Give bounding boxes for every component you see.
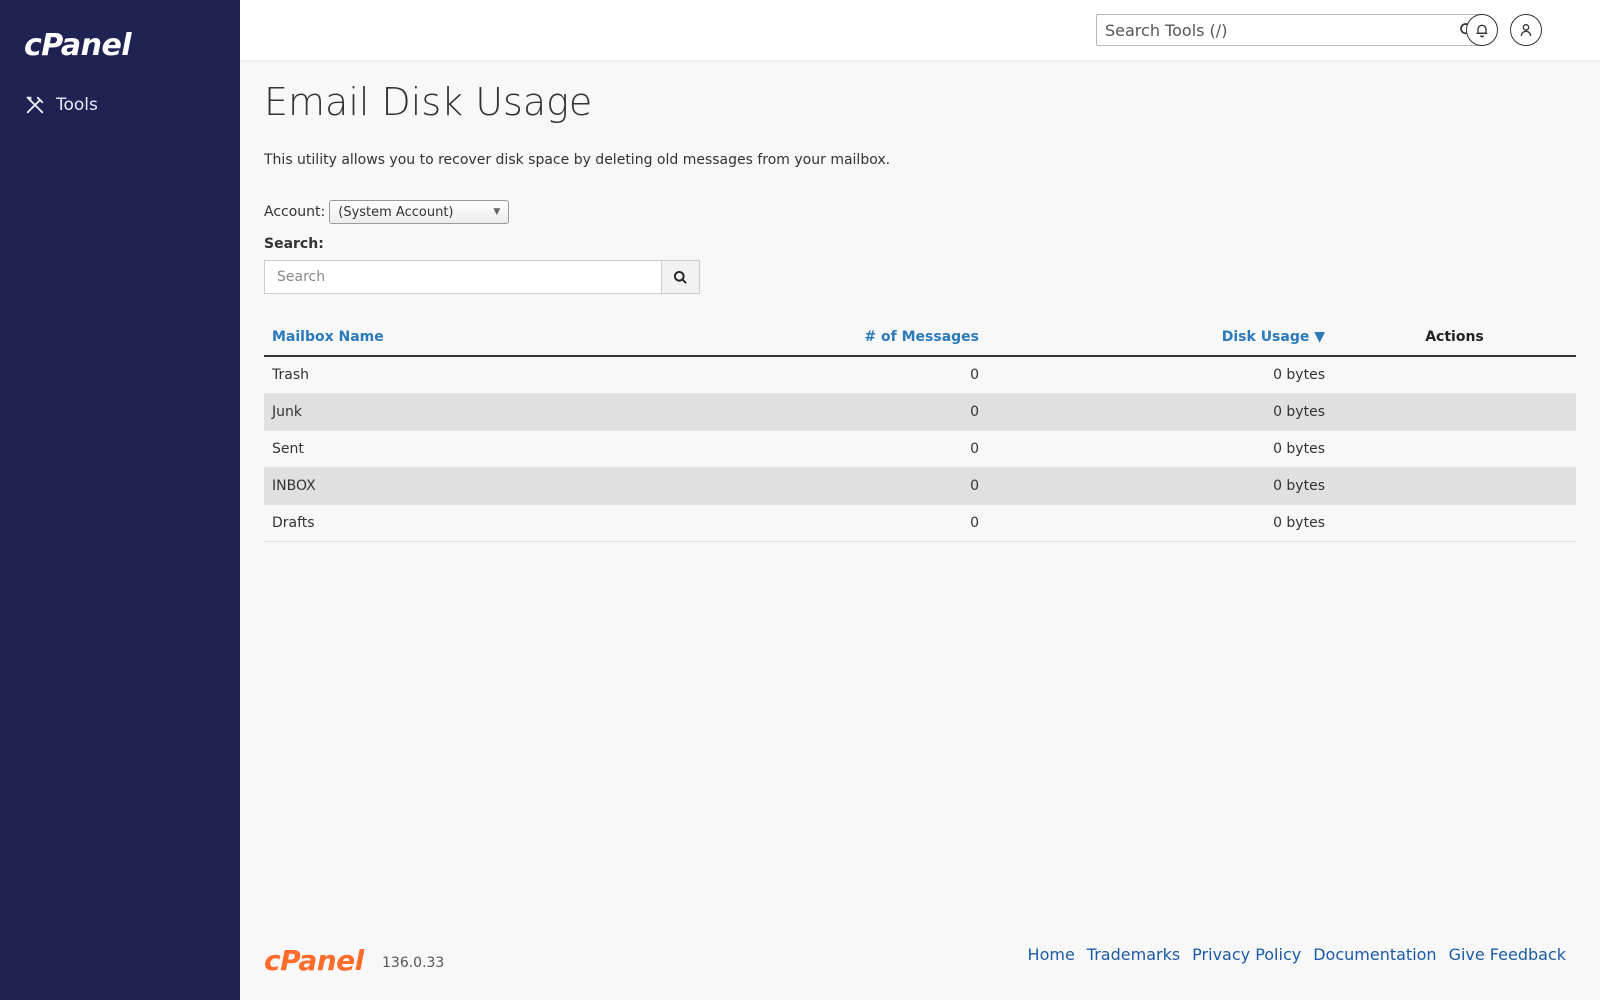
column-actions: Actions — [1333, 318, 1576, 357]
bell-icon — [1476, 24, 1488, 38]
mailbox-name: Trash — [264, 356, 814, 394]
search-icon — [673, 270, 687, 284]
sidebar: cPanel Tools — [0, 0, 240, 1000]
user-icon — [1520, 24, 1532, 37]
footer-link-trademarks[interactable]: Trademarks — [1087, 945, 1180, 964]
tool-search — [1096, 14, 1484, 46]
search-input[interactable] — [264, 260, 662, 294]
notifications-button[interactable] — [1466, 14, 1498, 46]
chevron-down-icon: ▼ — [493, 207, 501, 217]
disk-usage: 0 bytes — [987, 467, 1333, 505]
tools-icon — [26, 96, 44, 114]
row-actions — [1333, 356, 1576, 394]
row-actions — [1333, 430, 1576, 468]
row-actions — [1333, 504, 1576, 542]
account-label: Account: — [264, 204, 326, 220]
table-row: Junk 0 0 bytes — [264, 393, 1576, 431]
footer-link-documentation[interactable]: Documentation — [1313, 945, 1436, 964]
disk-usage: 0 bytes — [987, 393, 1333, 431]
footer-cpanel-logo[interactable]: cPanel — [264, 944, 364, 977]
sidebar-item-tools[interactable]: Tools — [24, 94, 98, 116]
mailbox-search — [264, 260, 700, 294]
mailbox-name: Junk — [264, 393, 814, 431]
account-row: Account: (System Account) ▼ — [264, 200, 510, 224]
disk-usage: 0 bytes — [987, 504, 1333, 542]
search-label: Search: — [264, 236, 324, 252]
table-row: Trash 0 0 bytes — [264, 356, 1576, 394]
mailbox-name: Drafts — [264, 504, 814, 542]
footer-links: Home Trademarks Privacy Policy Documenta… — [1028, 945, 1566, 964]
mailbox-name: Sent — [264, 430, 814, 468]
table-header-row: Mailbox Name # of Messages Disk Usage ▼ … — [264, 318, 1576, 357]
footer-link-privacy-policy[interactable]: Privacy Policy — [1192, 945, 1301, 964]
page-title: Email Disk Usage — [264, 80, 593, 124]
cpanel-logo[interactable]: cPanel — [24, 28, 132, 63]
message-count: 0 — [814, 504, 987, 542]
row-actions — [1333, 393, 1576, 431]
column-messages[interactable]: # of Messages — [814, 318, 987, 357]
version-number: 136.0.33 — [382, 955, 445, 971]
page-description: This utility allows you to recover disk … — [264, 152, 891, 168]
sidebar-item-label: Tools — [56, 95, 98, 115]
table-row: INBOX 0 0 bytes — [264, 467, 1576, 505]
account-select[interactable]: (System Account) ▼ — [329, 200, 510, 224]
message-count: 0 — [814, 467, 987, 505]
column-mailbox-name[interactable]: Mailbox Name — [264, 318, 814, 357]
footer-link-give-feedback[interactable]: Give Feedback — [1449, 945, 1566, 964]
row-actions — [1333, 467, 1576, 505]
search-tools-input[interactable] — [1097, 15, 1447, 45]
footer-link-home[interactable]: Home — [1028, 945, 1075, 964]
disk-usage: 0 bytes — [987, 430, 1333, 468]
column-disk-usage[interactable]: Disk Usage ▼ — [987, 318, 1333, 357]
search-button[interactable] — [661, 260, 700, 294]
mailbox-table: Mailbox Name # of Messages Disk Usage ▼ … — [264, 318, 1576, 542]
mailbox-name: INBOX — [264, 467, 814, 505]
message-count: 0 — [814, 356, 987, 394]
table-row: Sent 0 0 bytes — [264, 430, 1576, 468]
message-count: 0 — [814, 430, 987, 468]
message-count: 0 — [814, 393, 987, 431]
user-menu-button[interactable] — [1510, 14, 1542, 46]
table-row: Drafts 0 0 bytes — [264, 504, 1576, 542]
disk-usage: 0 bytes — [987, 356, 1333, 394]
account-select-value: (System Account) — [338, 205, 454, 220]
top-header — [240, 0, 1600, 60]
